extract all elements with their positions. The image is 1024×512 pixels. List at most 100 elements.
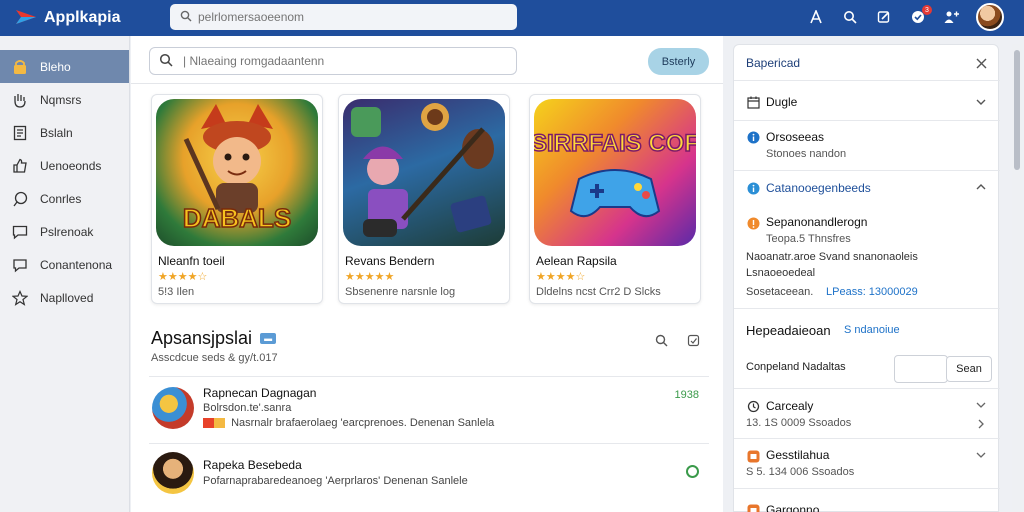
- card-rating: ★★★★★: [345, 271, 395, 283]
- notification-badge: 3: [922, 5, 932, 15]
- edit-icon[interactable]: [874, 7, 894, 27]
- info-link[interactable]: LPeass: 13000029: [826, 286, 918, 298]
- input-label: Conpeland Nadaltas: [746, 361, 846, 373]
- item-sub: 13. 1S 0009 Ssoados: [746, 417, 852, 429]
- thumbs-up-icon: [12, 158, 28, 174]
- item-label: Gesstilahua: [766, 448, 830, 462]
- chevron-down-icon[interactable]: [974, 95, 988, 109]
- chevron-down-icon[interactable]: [974, 398, 988, 412]
- row-title: Rapeka Besebeda: [203, 458, 302, 472]
- main-search[interactable]: [149, 47, 517, 75]
- panel-row-dugle[interactable]: Dugle: [734, 83, 1000, 121]
- list-item[interactable]: Rapeka Besebeda Pofarnaprabaredeanoeg 'A…: [149, 443, 709, 501]
- card-title: Nleanfn toeil: [158, 254, 225, 268]
- info-line: Lsnaoeoedeal: [746, 267, 816, 279]
- card-meta: 5!3 Ilen: [158, 286, 195, 298]
- sidebar-item-label: Pslrenoak: [40, 224, 94, 239]
- sidebar-item-pslrenoak[interactable]: Pslrenoak: [0, 215, 129, 248]
- card-meta: Dldelns ncst Crr2 D Slcks: [536, 286, 661, 298]
- scrollbar-thumb[interactable]: [1014, 50, 1020, 170]
- close-icon[interactable]: [974, 56, 988, 70]
- chevron-right-icon[interactable]: [974, 417, 988, 431]
- brand[interactable]: Applkapia: [14, 7, 164, 30]
- info-line: Naoanatr.aroe Svand snanonaoleis: [746, 251, 918, 263]
- game-art: SIRRFAIS COF: [534, 99, 696, 246]
- sidebar-item-label: Uenoeonds: [40, 158, 102, 173]
- sidebar-item-uenoeonds[interactable]: Uenoeonds: [0, 149, 129, 182]
- sidebar-item-home[interactable]: Bleho: [0, 50, 129, 83]
- row-description: Nasrnalr brafaerolaeg 'earcprenoes. Dene…: [203, 417, 494, 429]
- home-icon: [12, 59, 28, 75]
- main-search-input[interactable]: [183, 54, 503, 68]
- divider: [131, 83, 723, 84]
- game-card[interactable]: Revans Bendern ★★★★★ Sbsenenre narsnle l…: [338, 94, 510, 304]
- game-art: [343, 99, 505, 246]
- sidebar-item-naplloved[interactable]: Naplloved: [0, 281, 129, 314]
- game-art-logo: DABALS: [183, 203, 291, 233]
- info-line: Sosetaceean.: [746, 286, 814, 298]
- user-avatar[interactable]: [976, 3, 1004, 31]
- row-label: Catanooegenbeeds: [766, 181, 871, 195]
- game-art-logo: SIRRFAIS COF: [534, 130, 696, 157]
- section-title-text: Apsansjpslai: [151, 328, 253, 348]
- sidebar-item-bslaln[interactable]: Bslaln: [0, 116, 129, 149]
- panel-row-orsoseeas[interactable]: Orsoseeas Stonoes nandon: [734, 121, 1000, 171]
- panel-item[interactable]: Gargonno: [734, 489, 1000, 512]
- row-sub: Teopa.5 Thnsfres: [766, 233, 851, 245]
- chat-icon: [12, 191, 28, 207]
- search-button[interactable]: Sean: [946, 356, 992, 382]
- section-tag: ▬: [260, 333, 277, 344]
- game-card[interactable]: SIRRFAIS COF Aelean Rapsila ★★★★☆ Dldeln…: [529, 94, 701, 304]
- value-input[interactable]: [894, 355, 948, 383]
- card-title: Revans Bendern: [345, 254, 435, 268]
- flag-icon: [203, 418, 225, 429]
- warning-icon: [746, 216, 760, 230]
- list-item[interactable]: Rapnecan Dagnagan Bolrsdon.te'.sanra Nas…: [149, 376, 709, 434]
- main-action-button[interactable]: Bsterly: [648, 48, 709, 75]
- game-card[interactable]: DABALS Nleanfn toeil ★★★★☆ 5!3 Ilen: [151, 94, 323, 304]
- edit-icon[interactable]: [685, 332, 701, 348]
- notification-icon[interactable]: 3: [908, 5, 932, 27]
- info-icon: [746, 130, 760, 144]
- panel-row-catanoo[interactable]: Catanooegenbeeds: [734, 171, 1000, 205]
- chevron-up-icon[interactable]: [974, 180, 988, 194]
- panel-section-link[interactable]: S ndanoiue: [844, 324, 900, 336]
- panel-title: Bapericad: [746, 56, 801, 70]
- chevron-down-icon[interactable]: [974, 448, 988, 462]
- row-subtitle: Bolrsdon.te'.sanra: [203, 402, 292, 414]
- item-label: Gargonno: [766, 503, 820, 512]
- panel-section-title: Hepeadaieoan: [746, 323, 831, 338]
- card-title: Aelean Rapsila: [536, 254, 617, 268]
- font-icon[interactable]: [806, 7, 826, 27]
- panel-expanded: Sepanonandlerogn Teopa.5 Thnsfres Naoana…: [734, 205, 1000, 309]
- sidebar-item-conantenona[interactable]: Conantenona: [0, 248, 129, 281]
- panel-item[interactable]: Carcealy 13. 1S 0009 Ssoados: [734, 389, 1000, 439]
- card-meta: Sbsenenre narsnle log: [345, 286, 456, 298]
- hand-icon: [12, 92, 28, 108]
- row-description: Pofarnaprabaredeanoeg 'Aerprlaros' Denen…: [203, 475, 468, 487]
- comment-icon: [12, 257, 28, 273]
- scrollbar[interactable]: [1012, 44, 1022, 512]
- global-search[interactable]: [170, 4, 517, 30]
- row-description-text: Nasrnalr brafaerolaeg 'earcprenoes. Dene…: [231, 417, 495, 429]
- global-search-input[interactable]: [198, 10, 498, 24]
- sidebar-item-label: Bslaln: [40, 125, 73, 140]
- card-rating: ★★★★☆: [158, 271, 208, 283]
- section-title: Apsansjpslai ▬: [151, 328, 277, 349]
- details-panel: Bapericad Dugle Orsoseeas Stonoes nandon…: [733, 44, 1000, 512]
- search-icon[interactable]: [840, 7, 860, 27]
- panel-item[interactable]: Gesstilahua S 5. 134 006 Ssoados: [734, 439, 1000, 489]
- sidebar-item-conrles[interactable]: Conrles: [0, 182, 129, 215]
- top-icons: 3: [806, 3, 1004, 31]
- main-content: Bsterly DABALS Nleanfn toeil ★★★★☆ 5!3 I…: [131, 36, 723, 512]
- search-icon[interactable]: [653, 332, 669, 348]
- sidebar-item-label: Nqmsrs: [40, 92, 82, 107]
- document-icon: [12, 125, 28, 141]
- status-circle-icon[interactable]: [686, 465, 699, 478]
- sidebar-item-nqmsrs[interactable]: Nqmsrs: [0, 83, 129, 116]
- row-label: Sepanonandlerogn: [766, 215, 868, 229]
- row-sub: Stonoes nandon: [766, 148, 847, 160]
- panel-header: Bapericad: [734, 45, 1000, 81]
- section-subtitle: Asscdcue seds & gy/t.017: [151, 352, 278, 364]
- people-icon[interactable]: [942, 7, 962, 27]
